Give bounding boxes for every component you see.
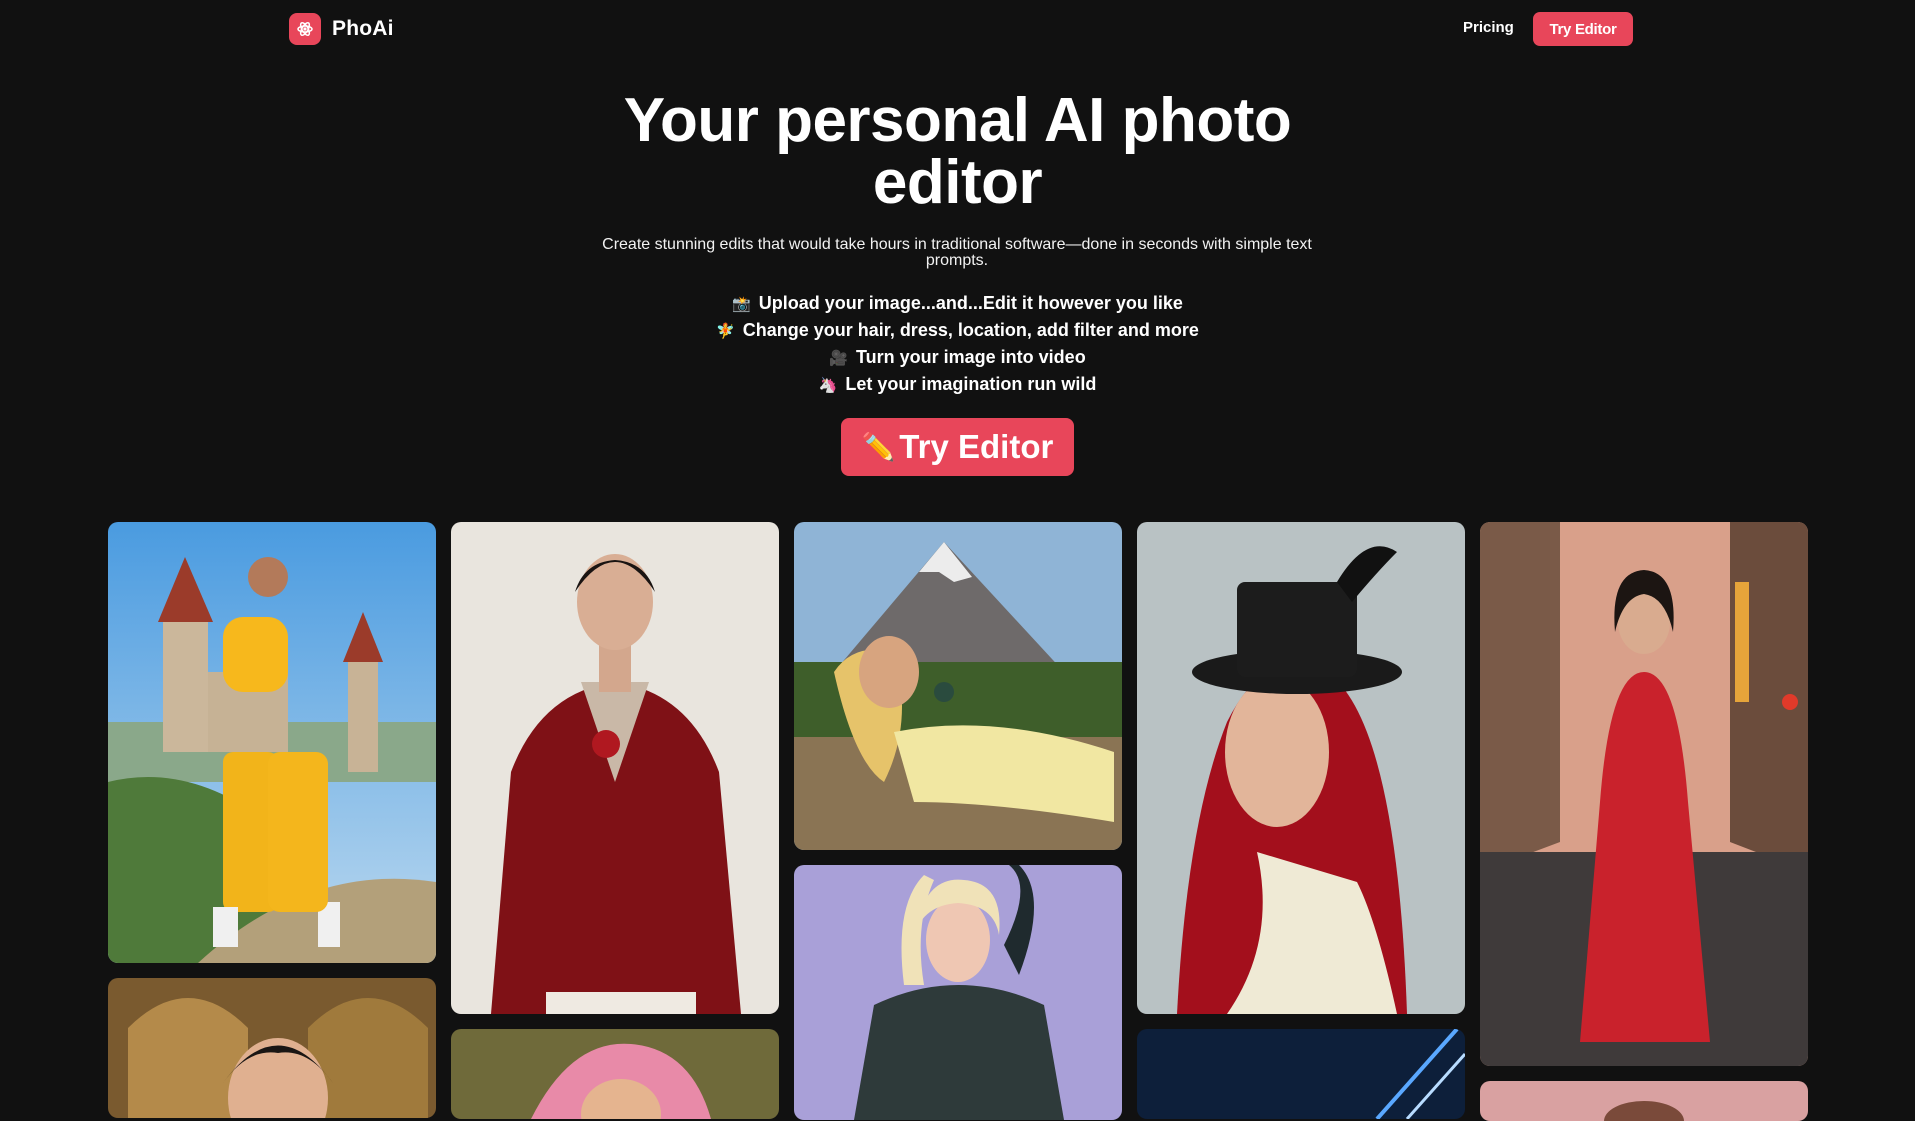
gallery-image-pink-hair[interactable] <box>451 1029 779 1119</box>
unicorn-icon: 🦄 <box>818 376 838 394</box>
nav-pricing-link[interactable]: Pricing <box>1463 19 1514 36</box>
nav-try-editor-button[interactable]: Try Editor <box>1533 12 1633 46</box>
cta-label: Try Editor <box>899 428 1054 465</box>
video-camera-icon: 🎥 <box>829 349 848 367</box>
gallery-image-red-velvet-blazer[interactable] <box>451 522 779 1014</box>
feature-item: 🎥 Turn your image into video <box>0 344 1915 371</box>
try-editor-cta-button[interactable]: ✏️ Try Editor <box>841 418 1074 476</box>
feature-text: Let your imagination run wild <box>845 374 1097 394</box>
feature-item: 🦄 Let your imagination run wild <box>0 371 1915 398</box>
gallery-image-red-floral-dress[interactable] <box>1480 522 1808 1066</box>
pencil-icon: ✏️ <box>861 432 896 462</box>
feature-item: 🧚 Change your hair, dress, location, add… <box>0 317 1915 344</box>
gallery-image-red-hair-top-hat[interactable] <box>1137 522 1465 1014</box>
gallery-image-metallic-outfit[interactable] <box>794 865 1122 1120</box>
gallery-image-man-ornate-hall[interactable] <box>108 978 436 1118</box>
site-header: PhoAi Pricing Try Editor <box>0 0 1915 58</box>
hero-subtitle: Create stunning edits that would take ho… <box>602 236 1312 269</box>
brand-name: PhoAi <box>332 17 394 40</box>
logo[interactable]: PhoAi <box>289 13 394 45</box>
page-title-line-1: Your personal AI photo <box>623 86 1292 155</box>
gallery-image-castle-yellow-tracksuit[interactable] <box>108 522 436 963</box>
feature-text: Turn your image into video <box>856 347 1086 367</box>
gallery-image-partial[interactable] <box>1480 1081 1808 1121</box>
feature-list: 📸 Upload your image...and...Edit it howe… <box>0 290 1915 398</box>
feature-text: Change your hair, dress, location, add f… <box>742 320 1199 340</box>
gallery-image-blonde-mountain[interactable] <box>794 522 1122 850</box>
gallery-image-blue-neon[interactable] <box>1137 1029 1465 1119</box>
page-title: Your personal AI photo editor <box>0 90 1915 214</box>
fairy-icon: 🧚 <box>716 322 735 340</box>
feature-item: 📸 Upload your image...and...Edit it howe… <box>0 290 1915 317</box>
page-title-line-2: editor <box>872 148 1043 217</box>
atom-flower-icon <box>289 13 321 45</box>
camera-flash-icon: 📸 <box>732 295 751 313</box>
feature-text: Upload your image...and...Edit it howeve… <box>758 293 1183 313</box>
